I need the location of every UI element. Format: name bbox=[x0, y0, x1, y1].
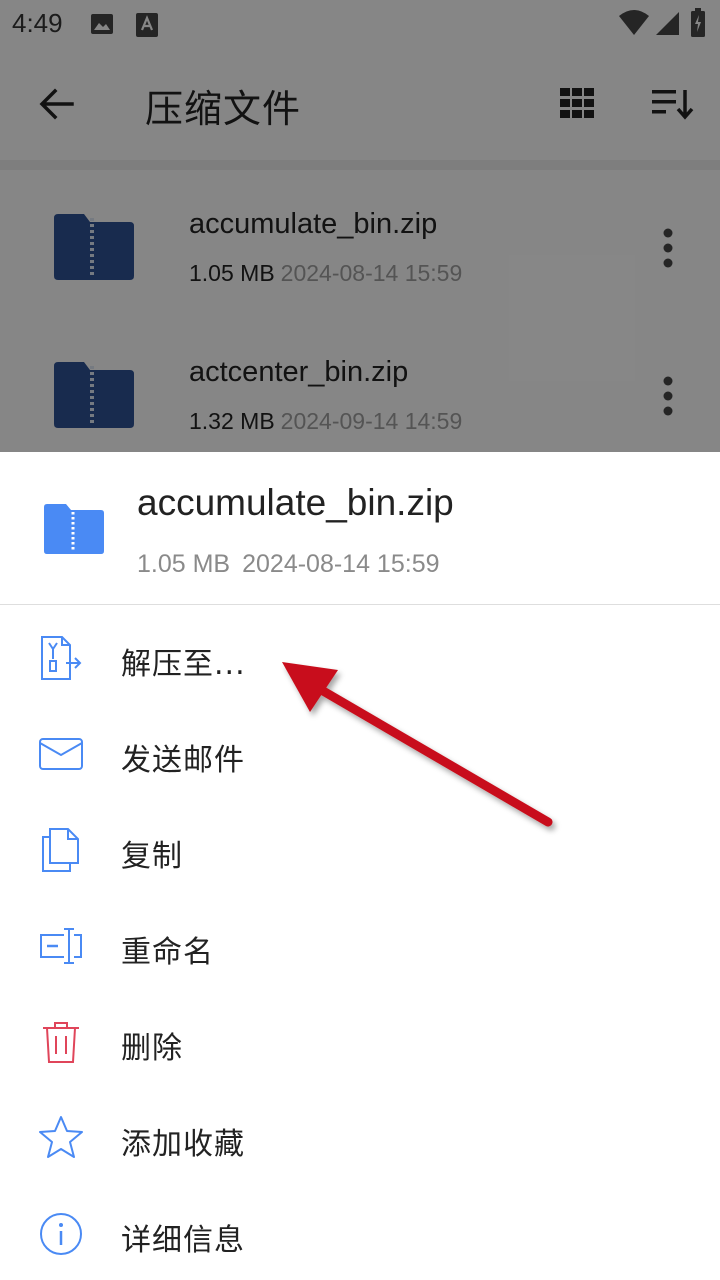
trash-icon bbox=[43, 1022, 79, 1063]
action-label: 重命名 bbox=[121, 935, 214, 970]
delete-action[interactable]: 删除 bbox=[0, 993, 720, 1089]
file-browser-background: 4:49 压缩文件 accumulate_bin.zip 1.05 MB 202… bbox=[0, 0, 720, 452]
action-label: 发送邮件 bbox=[121, 743, 245, 778]
send-email-action[interactable]: 发送邮件 bbox=[0, 705, 720, 801]
modal-scrim[interactable] bbox=[0, 0, 720, 452]
sheet-file-meta: 1.05 MB 2024-08-14 15:59 bbox=[137, 550, 440, 579]
sheet-header: accumulate_bin.zip 1.05 MB 2024-08-14 15:… bbox=[0, 452, 720, 605]
sheet-file-size: 1.05 MB bbox=[137, 550, 231, 578]
zip-folder-icon bbox=[44, 504, 104, 554]
copy-action[interactable]: 复制 bbox=[0, 801, 720, 897]
info-icon bbox=[40, 1213, 82, 1255]
add-favorite-action[interactable]: 添加收藏 bbox=[0, 1089, 720, 1185]
action-label: 删除 bbox=[121, 1031, 183, 1066]
action-label: 复制 bbox=[121, 839, 183, 874]
file-actions-sheet: accumulate_bin.zip 1.05 MB 2024-08-14 15:… bbox=[0, 452, 720, 1280]
copy-icon bbox=[42, 828, 79, 872]
rename-action[interactable]: 重命名 bbox=[0, 897, 720, 993]
extract-to-action[interactable]: 解压至... bbox=[0, 609, 720, 705]
action-label: 详细信息 bbox=[121, 1223, 245, 1258]
sheet-file-name: accumulate_bin.zip bbox=[137, 482, 454, 523]
rename-icon bbox=[40, 928, 82, 964]
action-label: 解压至... bbox=[121, 647, 246, 682]
sheet-file-date: 2024-08-14 15:59 bbox=[242, 550, 440, 578]
action-label: 添加收藏 bbox=[121, 1127, 245, 1162]
extract-icon bbox=[41, 636, 82, 680]
mail-icon bbox=[39, 738, 83, 770]
details-action[interactable]: 详细信息 bbox=[0, 1185, 720, 1280]
star-icon bbox=[39, 1116, 83, 1158]
